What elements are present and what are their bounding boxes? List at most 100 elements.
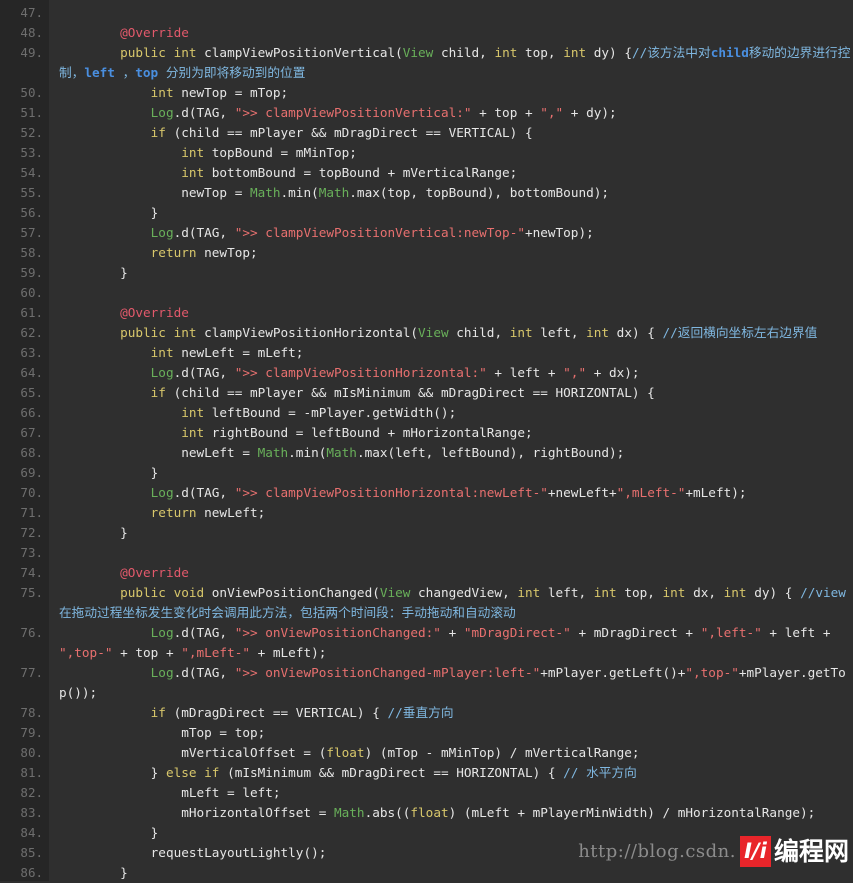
code-token: Math [334, 805, 365, 820]
code-token: mLeft = left; [59, 785, 281, 800]
code-token: int [181, 145, 205, 160]
code-token: ">> clampViewPositionVertical:newTop-" [234, 225, 525, 240]
code-line[interactable] [49, 283, 853, 303]
code-token: //垂直方向 [387, 705, 454, 720]
code-token: ">> onViewPositionChanged-mPlayer:left-" [234, 665, 541, 680]
line-number: 51. [20, 105, 43, 120]
code-line[interactable]: Log.d(TAG, ">> clampViewPositionVertical… [49, 103, 853, 123]
code-token: Log [150, 485, 174, 500]
code-token: 分别为即将移动到的位置 [158, 65, 306, 80]
code-token: (mIsMinimum && mDragDirect == HORIZONTAL… [219, 765, 564, 780]
code-token: "," [540, 105, 564, 120]
code-line[interactable]: mTop = top; [49, 723, 853, 743]
code-line[interactable]: if (mDragDirect == VERTICAL) { //垂直方向 [49, 703, 853, 723]
code-token: .min( [280, 185, 319, 200]
code-token: ， [114, 65, 136, 80]
code-line[interactable]: } [49, 523, 853, 543]
code-line[interactable]: Log.d(TAG, ">> clampViewPositionHorizont… [49, 483, 853, 503]
code-line[interactable]: Log.d(TAG, ">> clampViewPositionHorizont… [49, 363, 853, 383]
line-number: 83. [20, 805, 43, 820]
code-line[interactable]: int topBound = mMinTop; [49, 143, 853, 163]
code-line[interactable]: } [49, 823, 853, 843]
code-line[interactable]: newLeft = Math.min(Math.max(left, leftBo… [49, 443, 853, 463]
code-token: left, [540, 585, 594, 600]
code-line[interactable]: @Override [49, 23, 853, 43]
code-token: "mDragDirect-" [463, 625, 571, 640]
code-line[interactable]: int bottomBound = topBound + mVerticalRa… [49, 163, 853, 183]
code-token: } [59, 865, 128, 880]
code-line[interactable]: } [49, 863, 853, 881]
code-token: .min( [288, 445, 327, 460]
code-token: top, [517, 45, 564, 60]
code-line[interactable]: return newTop; [49, 243, 853, 263]
code-token: newTop = mTop; [173, 85, 289, 100]
code-line[interactable] [49, 3, 853, 23]
code-line[interactable]: requestLayoutLightly(); [49, 843, 853, 863]
code-token: newLeft = [59, 445, 258, 460]
code-token: int [173, 45, 197, 60]
code-token: //返回横向坐标左右边界值 [662, 325, 818, 340]
code-token: public [120, 585, 166, 600]
code-token: } [59, 205, 159, 220]
code-token: child [710, 45, 749, 60]
code-token: if [150, 705, 166, 720]
code-line[interactable]: } [49, 203, 853, 223]
line-number: 64. [20, 365, 43, 380]
code-token: @Override [120, 565, 189, 580]
code-line[interactable]: return newLeft; [49, 503, 853, 523]
code-token: ) (mTop - mMinTop) / mVerticalRange; [364, 745, 640, 760]
code-line[interactable]: public int clampViewPositionHorizontal(V… [49, 323, 853, 343]
code-line[interactable]: mHorizontalOffset = Math.abs((float) (mL… [49, 803, 853, 823]
code-token: .d(TAG, [173, 665, 235, 680]
code-token: + [440, 625, 464, 640]
code-token: //该方法中对 [631, 45, 711, 60]
code-line[interactable]: public void onViewPositionChanged(View c… [49, 583, 853, 623]
code-token: ">> onViewPositionChanged:" [234, 625, 441, 640]
line-number: 67. [20, 425, 43, 440]
code-line[interactable]: @Override [49, 303, 853, 323]
code-line[interactable]: int newTop = mTop; [49, 83, 853, 103]
code-token: top, [616, 585, 663, 600]
code-line[interactable]: @Override [49, 563, 853, 583]
code-token: Math [249, 185, 281, 200]
code-line[interactable]: int leftBound = -mPlayer.getWidth(); [49, 403, 853, 423]
code-token: int [181, 165, 205, 180]
line-number: 71. [20, 505, 43, 520]
line-number: 48. [20, 25, 43, 40]
code-line[interactable]: mLeft = left; [49, 783, 853, 803]
code-token: return [150, 505, 197, 520]
code-token: View [402, 45, 434, 60]
code-line[interactable]: Log.d(TAG, ">> onViewPositionChanged-mPl… [49, 663, 853, 703]
code-line[interactable]: } [49, 463, 853, 483]
code-line[interactable]: Log.d(TAG, ">> onViewPositionChanged:" +… [49, 623, 853, 663]
code-content-area[interactable]: @Override public int clampViewPositionVe… [49, 0, 853, 881]
code-token: Log [150, 105, 174, 120]
code-token: public [120, 325, 166, 340]
code-line[interactable]: int newLeft = mLeft; [49, 343, 853, 363]
code-line[interactable]: Log.d(TAG, ">> clampViewPositionVertical… [49, 223, 853, 243]
code-line[interactable]: public int clampViewPositionVertical(Vie… [49, 43, 853, 83]
code-line[interactable]: newTop = Math.min(Math.max(top, topBound… [49, 183, 853, 203]
code-line[interactable]: } [49, 263, 853, 283]
code-line[interactable]: if (child == mPlayer && mDragDirect == V… [49, 123, 853, 143]
code-line[interactable] [49, 543, 853, 563]
code-line[interactable]: } else if (mIsMinimum && mDragDirect == … [49, 763, 853, 783]
code-editor[interactable]: 47. 48. 49. 50. 51. 52. 53. 54. 55. 56. 57. 58. 59.… [0, 0, 853, 881]
line-number: 85. [20, 845, 43, 860]
code-token: child, [448, 325, 510, 340]
code-line[interactable]: if (child == mPlayer && mIsMinimum && mD… [49, 383, 853, 403]
code-token: ",top-" [685, 665, 739, 680]
line-number: 50. [20, 85, 43, 100]
code-line[interactable]: mVerticalOffset = (float) (mTop - mMinTo… [49, 743, 853, 763]
line-number: 72. [20, 525, 43, 540]
code-line[interactable]: int rightBound = leftBound + mHorizontal… [49, 423, 853, 443]
